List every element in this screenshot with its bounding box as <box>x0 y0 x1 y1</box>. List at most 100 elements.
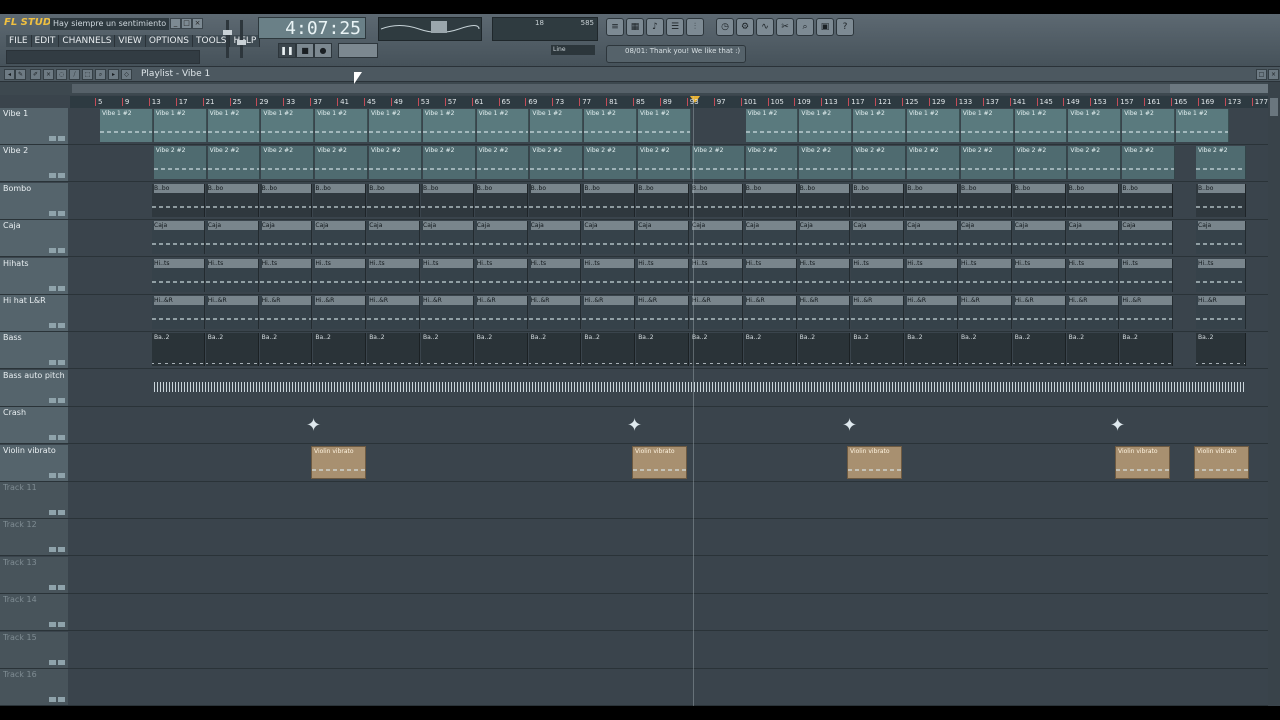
pattern-clip[interactable]: B..bo <box>743 183 797 217</box>
pattern-clip[interactable]: Vibe 1 #2 <box>638 109 691 142</box>
track-select-icon[interactable] <box>49 435 56 441</box>
pattern-clip[interactable]: Caja <box>474 221 528 255</box>
brush-icon[interactable]: ✐ <box>30 69 41 80</box>
pattern-clip[interactable]: Violin vibrato <box>1115 445 1170 479</box>
pattern-clip[interactable]: Hi..&R <box>367 296 420 329</box>
pattern-clip[interactable]: Vibe 2 #2 <box>1122 146 1175 180</box>
playback-icon[interactable]: ▸ <box>108 69 119 80</box>
help-icon[interactable]: ? <box>836 18 854 36</box>
pattern-clip[interactable]: Ba..2 <box>1012 333 1066 367</box>
track-header[interactable]: Track 13 <box>0 556 68 593</box>
browser-icon[interactable]: ☰ <box>666 18 684 36</box>
track-header[interactable]: Bass <box>0 332 68 369</box>
pattern-clip[interactable]: B..bo <box>152 183 205 217</box>
track-mute-icon[interactable] <box>58 173 65 179</box>
track-select-icon[interactable] <box>49 323 56 328</box>
pattern-clip[interactable]: Violin vibrato <box>311 445 366 479</box>
pattern-clip[interactable]: Caja <box>582 221 636 255</box>
pattern-clip[interactable]: Violin vibrato <box>632 445 687 479</box>
pattern-clip[interactable]: Vibe 2 #2 <box>369 146 422 180</box>
track-select-icon[interactable] <box>49 547 56 553</box>
pattern-clip[interactable]: Hi..&R <box>1196 296 1246 329</box>
track-mute-icon[interactable] <box>58 323 65 328</box>
pattern-clip[interactable]: Hi..&R <box>313 296 367 329</box>
pattern-clip[interactable]: Vibe 1 #2 <box>1176 109 1229 142</box>
track-lane[interactable]: Hi..ts Hi..ts Hi..ts Hi..ts Hi..ts Hi..ts Hi..… <box>70 258 1268 294</box>
track-lane[interactable] <box>70 519 1268 555</box>
menu-tools[interactable]: TOOLS <box>193 35 231 47</box>
vertical-scrollbar[interactable] <box>1268 82 1280 706</box>
pattern-clip[interactable]: Vibe 2 #2 <box>476 146 530 180</box>
pattern-clip[interactable]: Ba..2 <box>367 333 420 367</box>
pattern-clip[interactable]: Violin vibrato <box>847 445 902 479</box>
pattern-clip[interactable]: Hi..ts <box>743 258 797 292</box>
pattern-clip[interactable]: Vibe 2 #2 <box>153 146 207 180</box>
pattern-clip[interactable]: Violin vibrato <box>1194 445 1249 479</box>
pattern-clip[interactable]: Caja <box>205 221 259 255</box>
pattern-clip[interactable]: Ba..2 <box>582 333 636 367</box>
pattern-clip[interactable]: Hi..ts <box>1196 258 1246 292</box>
tempo-icon[interactable]: ◷ <box>716 18 734 36</box>
track-header[interactable]: Track 12 <box>0 519 68 556</box>
pattern-clip[interactable]: B..bo <box>636 183 689 217</box>
track-lane[interactable] <box>70 482 1268 518</box>
mixer-icon[interactable]: ⫶ <box>686 18 704 36</box>
pattern-clip[interactable]: Caja <box>905 221 958 255</box>
window-restore-icon[interactable]: □ <box>1256 69 1267 80</box>
crash-sparkle-icon[interactable]: ✦ <box>627 417 642 435</box>
pattern-clip[interactable]: Ba..2 <box>959 333 1012 367</box>
track-header[interactable]: Track 15 <box>0 631 68 668</box>
pattern-clip[interactable]: Hi..&R <box>152 296 205 329</box>
pattern-clip[interactable]: Caja <box>797 221 851 255</box>
snap-icon[interactable]: ◇ <box>121 69 132 80</box>
zoom-icon[interactable]: ⌕ <box>796 18 814 36</box>
pattern-clip[interactable]: B..bo <box>905 183 958 217</box>
pattern-clip[interactable]: Hi..&R <box>582 296 636 329</box>
track-mute-icon[interactable] <box>58 136 65 141</box>
pattern-clip[interactable]: Hi..ts <box>313 258 367 292</box>
pattern-clip[interactable]: Hi..&R <box>851 296 905 329</box>
track-header[interactable]: Caja <box>0 220 68 257</box>
pattern-clip[interactable]: Hi..ts <box>528 258 582 292</box>
pattern-clip[interactable]: Ba..2 <box>421 333 474 367</box>
pattern-clip[interactable]: Vibe 1 #2 <box>1122 109 1175 142</box>
track-mute-icon[interactable] <box>58 547 65 553</box>
pattern-clip[interactable]: B..bo <box>313 183 367 217</box>
pattern-clip[interactable]: Caja <box>851 221 905 255</box>
pattern-clip[interactable]: Vibe 1 #2 <box>960 109 1014 142</box>
pattern-clip[interactable]: Ba..2 <box>474 333 528 367</box>
track-mute-icon[interactable] <box>58 584 65 590</box>
pattern-clip[interactable]: Vibe 2 #2 <box>584 146 637 180</box>
close-icon[interactable]: × <box>192 18 203 29</box>
pattern-clip[interactable]: B..bo <box>1066 183 1120 217</box>
pattern-clip[interactable]: B..bo <box>959 183 1012 217</box>
pattern-clip[interactable]: Vibe 1 #2 <box>584 109 637 142</box>
pattern-clip[interactable]: Ba..2 <box>636 333 689 367</box>
pattern-clip[interactable]: Vibe 2 #2 <box>1196 146 1246 180</box>
pattern-clip[interactable]: Vibe 1 #2 <box>315 109 368 142</box>
pattern-clip[interactable]: B..bo <box>367 183 420 217</box>
track-select-icon[interactable] <box>49 510 56 515</box>
pattern-clip[interactable]: B..bo <box>1120 183 1174 217</box>
pattern-clip[interactable]: Hi..&R <box>421 296 474 329</box>
pattern-clip[interactable]: Hi..ts <box>851 258 905 292</box>
track-header[interactable]: Track 16 <box>0 669 68 705</box>
pattern-clip[interactable]: Hi..ts <box>797 258 851 292</box>
pattern-clip[interactable]: Hi..ts <box>636 258 689 292</box>
mute-tool-icon[interactable]: ◌ <box>56 69 67 80</box>
track-select-icon[interactable] <box>49 584 56 590</box>
pattern-clip[interactable]: Vibe 1 #2 <box>422 109 476 142</box>
select-icon[interactable]: ⬚ <box>82 69 93 80</box>
pattern-clip[interactable]: Ba..2 <box>528 333 582 367</box>
pattern-clip[interactable]: Vibe 1 #2 <box>369 109 422 142</box>
pattern-clip[interactable]: Hi..&R <box>905 296 958 329</box>
track-select-icon[interactable] <box>49 697 56 702</box>
pattern-clip[interactable]: Vibe 1 #2 <box>207 109 261 142</box>
pattern-clip[interactable]: Vibe 1 #2 <box>100 109 153 142</box>
pattern-clip[interactable]: Caja <box>367 221 420 255</box>
pattern-clip[interactable]: Hi..ts <box>905 258 958 292</box>
pattern-clip[interactable]: Caja <box>1196 221 1246 255</box>
crash-sparkle-icon[interactable]: ✦ <box>306 417 321 435</box>
menu-arrow-icon[interactable]: ◂ <box>4 69 15 80</box>
track-header[interactable]: Track 14 <box>0 594 68 631</box>
